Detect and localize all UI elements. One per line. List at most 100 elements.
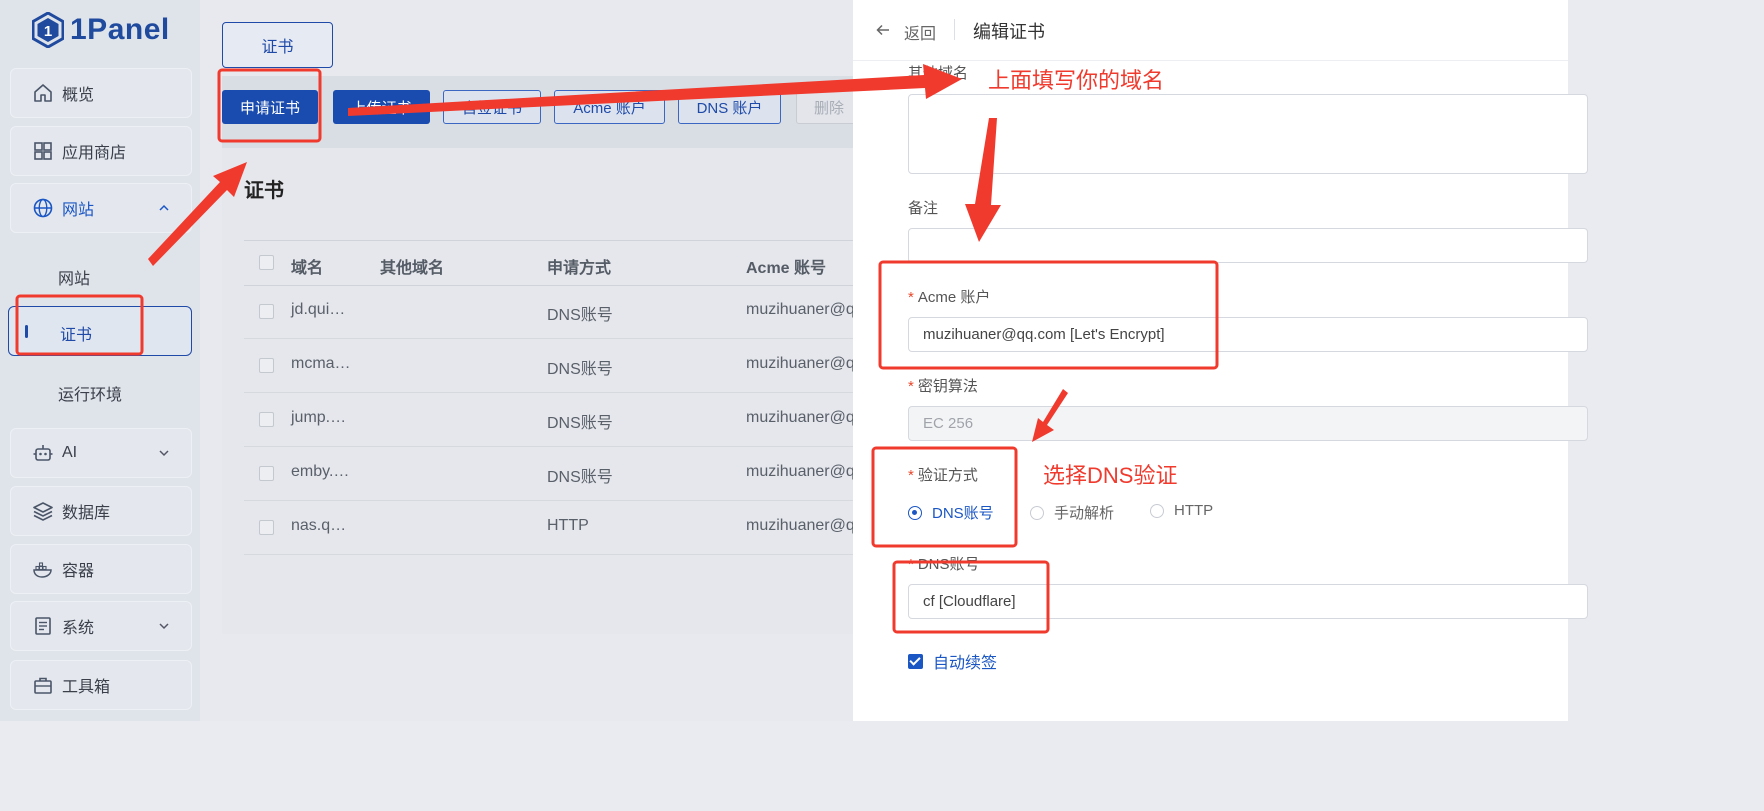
acme-account-label: * Acme 账户 — [908, 289, 991, 306]
cell-domain: nas.q… — [291, 517, 347, 534]
logo-icon: 1 — [32, 12, 64, 48]
docker-icon — [33, 562, 52, 578]
column-header[interactable]: 申请方式 — [547, 254, 611, 278]
sidebar-item-label: 工具箱 — [62, 679, 111, 696]
annotation-dns-hint: 选择DNS验证 — [1043, 463, 1178, 488]
cell-acme: muzihuaner@qq — [746, 517, 864, 534]
cell-method: DNS账号 — [547, 469, 613, 486]
home-icon — [34, 84, 52, 102]
annotation-domain-hint: 上面填写你的域名 — [988, 68, 1165, 93]
radio-dot — [1030, 505, 1044, 520]
sidebar-item-label: 概览 — [62, 87, 95, 104]
radio-http[interactable]: HTTP — [1150, 502, 1213, 519]
toolbar: 申请证书 上传证书 自签证书 Acme 账户 DNS 账户 删除 — [222, 76, 862, 148]
cell-method: DNS账号 — [547, 361, 613, 378]
divider — [954, 19, 955, 40]
row-checkbox[interactable] — [259, 412, 274, 427]
robot-icon — [33, 445, 53, 461]
checkbox-checked-icon — [908, 653, 923, 669]
globe-icon — [33, 198, 53, 218]
column-header[interactable]: Acme 账号 — [746, 254, 826, 278]
radio-dot — [1150, 503, 1164, 518]
upload-certificate-button[interactable]: 上传证书 — [333, 90, 430, 124]
remark-input[interactable] — [908, 228, 1588, 263]
column-header[interactable]: 其他域名 — [380, 254, 444, 278]
acme-account-button[interactable]: Acme 账户 — [554, 90, 665, 124]
remark-label: 备注 — [908, 200, 939, 217]
page-title: 证书 — [244, 180, 284, 202]
sidebar-item-website[interactable]: 网站 — [10, 183, 192, 233]
sidebar-item-label: 证书 — [60, 327, 93, 344]
sidebar-subitem-website[interactable]: 网站 — [58, 265, 90, 289]
table-row[interactable]: jd.qui… DNS账号 muzihuaner@qq — [244, 284, 864, 339]
row-checkbox[interactable] — [259, 358, 274, 373]
other-domains-label: 其他域名 — [908, 65, 969, 82]
dns-account-select[interactable]: cf [Cloudflare] — [908, 584, 1588, 619]
select-all-checkbox[interactable] — [259, 255, 274, 270]
cell-acme: muzihuaner@qq — [746, 463, 864, 480]
table-row[interactable]: mcma… DNS账号 muzihuaner@qq — [244, 338, 864, 393]
radio-manual-resolve[interactable]: 手动解析 — [1030, 502, 1114, 523]
server-icon — [35, 617, 51, 635]
row-checkbox[interactable] — [259, 304, 274, 319]
self-signed-certificate-button[interactable]: 自签证书 — [443, 90, 541, 124]
sidebar: 1 1Panel 概览 应用商店 网站 网站 证书 运行环境 AI 数据库 容器… — [0, 0, 200, 721]
row-checkbox[interactable] — [259, 520, 274, 535]
sidebar-item-label: 网站 — [62, 202, 95, 219]
table-row[interactable]: nas.q… HTTP muzihuaner@qq — [244, 500, 864, 555]
main-content: 证书 申请证书 上传证书 自签证书 Acme 账户 DNS 账户 删除 证书 域… — [200, 0, 864, 721]
logo-text: 1Panel — [70, 13, 170, 46]
tab-certificate[interactable]: 证书 — [222, 22, 333, 68]
logo[interactable]: 1 1Panel — [32, 12, 170, 48]
cell-domain: jd.qui… — [291, 301, 346, 318]
column-header[interactable]: 域名 — [291, 254, 323, 278]
certificate-list-panel: 证书 域名 其他域名 申请方式 Acme 账号 jd.qui… DNS账号 mu… — [222, 148, 864, 634]
cell-domain: jump.… — [291, 409, 347, 426]
table-row[interactable]: jump.… DNS账号 muzihuaner@qq — [244, 392, 864, 447]
cell-acme: muzihuaner@qq — [746, 301, 864, 318]
sidebar-item-label: 容器 — [62, 563, 95, 580]
sidebar-subitem-certificate[interactable]: 证书 — [8, 306, 192, 356]
sidebar-item-system[interactable]: 系统 — [10, 601, 192, 651]
grid-icon — [34, 142, 52, 160]
chevron-up-icon — [159, 204, 169, 211]
sidebar-item-toolbox[interactable]: 工具箱 — [10, 660, 192, 710]
sidebar-item-container[interactable]: 容器 — [10, 544, 192, 594]
edit-certificate-drawer: 返回 编辑证书 其他域名 备注 * Acme 账户 muzihuaner@qq.c… — [853, 0, 1588, 721]
drawer-title: 编辑证书 — [973, 22, 1045, 42]
chevron-down-icon — [159, 450, 169, 457]
sidebar-item-label: AI — [62, 444, 78, 461]
cell-acme: muzihuaner@qq — [746, 409, 864, 426]
key-algorithm-label: * 密钥算法 — [908, 378, 978, 395]
table-row[interactable]: emby.… DNS账号 muzihuaner@qq — [244, 446, 864, 501]
table-header: 域名 其他域名 申请方式 Acme 账号 — [244, 240, 864, 286]
apply-certificate-button[interactable]: 申请证书 — [222, 90, 318, 124]
cell-domain: emby.… — [291, 463, 350, 480]
sidebar-item-overview[interactable]: 概览 — [10, 68, 192, 118]
cell-acme: muzihuaner@qq — [746, 355, 864, 372]
sidebar-item-label: 应用商店 — [62, 145, 127, 162]
back-link[interactable]: 返回 — [904, 20, 936, 44]
other-domains-textarea[interactable] — [908, 94, 1588, 174]
sidebar-item-label: 数据库 — [62, 505, 111, 522]
cell-method: HTTP — [547, 517, 589, 534]
back-arrow-icon[interactable] — [875, 22, 891, 38]
radio-dns-account[interactable]: DNS账号 — [908, 502, 994, 523]
radio-dot — [908, 505, 922, 520]
dns-account-label: * DNS账号 — [908, 556, 980, 573]
dns-account-button[interactable]: DNS 账户 — [678, 90, 781, 124]
row-checkbox[interactable] — [259, 466, 274, 481]
acme-account-select[interactable]: muzihuaner@qq.com [Let's Encrypt] — [908, 317, 1588, 352]
toolbox-icon — [34, 677, 52, 694]
sidebar-item-database[interactable]: 数据库 — [10, 486, 192, 536]
auto-renew-checkbox[interactable]: 自动续签 — [908, 649, 997, 673]
cell-method: DNS账号 — [547, 415, 613, 432]
drawer-header: 返回 编辑证书 — [853, 0, 1568, 61]
active-indicator — [25, 325, 28, 338]
layers-icon — [33, 502, 53, 521]
sidebar-item-ai[interactable]: AI — [10, 428, 192, 478]
svg-text:1: 1 — [44, 23, 52, 40]
sidebar-subitem-runtime[interactable]: 运行环境 — [58, 381, 122, 405]
chevron-down-icon — [159, 623, 169, 630]
sidebar-item-app-store[interactable]: 应用商店 — [10, 126, 192, 176]
